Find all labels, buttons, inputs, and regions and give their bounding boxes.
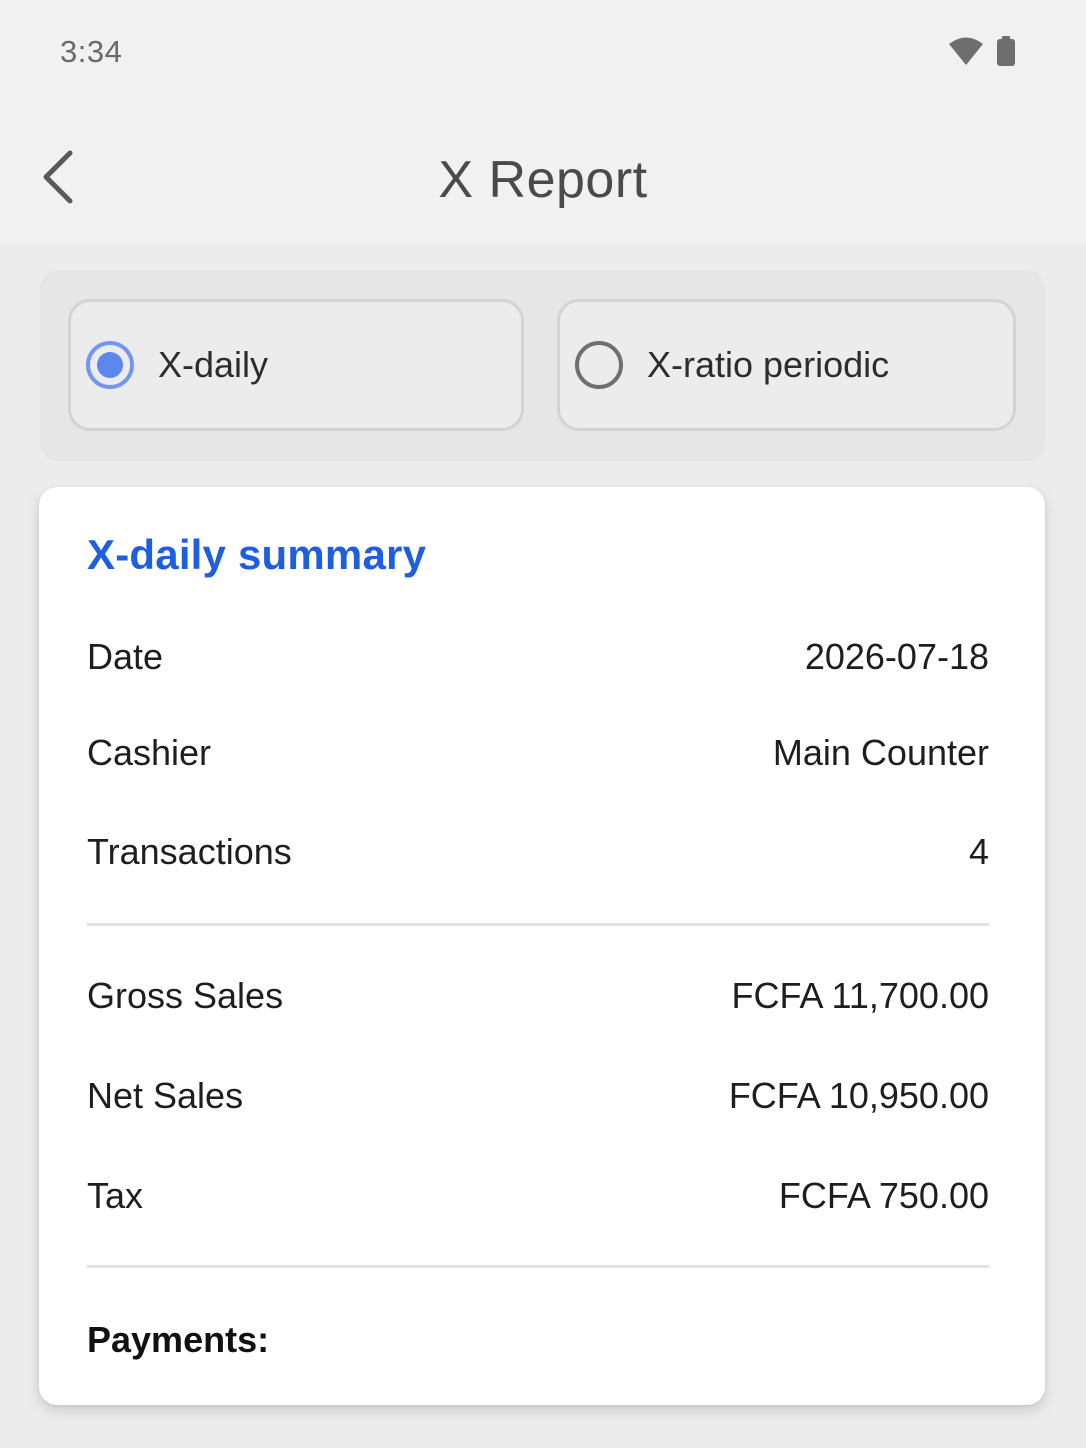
row-label: Tax [87, 1175, 144, 1216]
page-title: X Report [438, 151, 648, 209]
summary-row-date: Date 2026-07-18 [87, 632, 989, 682]
row-value: 4 [968, 831, 989, 872]
mode-option-x-daily[interactable]: X-daily [68, 299, 524, 431]
mode-option-label: X-daily [158, 344, 269, 385]
summary-row-tax: Tax FCFA 750.00 [87, 1171, 989, 1221]
row-label: Net Sales [87, 1075, 244, 1116]
row-label: Transactions [87, 831, 292, 872]
radio-checked-icon[interactable] [86, 341, 134, 389]
row-value: 2026-07-18 [804, 636, 989, 677]
status-time: 3:34 [60, 34, 123, 69]
divider [87, 1265, 989, 1268]
payments-heading: Payments: [87, 1319, 270, 1360]
wifi-icon [948, 36, 984, 71]
battery-icon [996, 36, 1016, 71]
summary-row-cashier: Cashier Main Counter [87, 728, 989, 778]
status-icons [948, 36, 1016, 71]
row-value: FCFA 750.00 [778, 1175, 989, 1216]
app-bar: X Report [0, 104, 1086, 244]
divider [87, 923, 989, 926]
summary-row-gross-sales: Gross Sales FCFA 11,700.00 [87, 971, 989, 1021]
row-value: FCFA 10,950.00 [728, 1075, 989, 1116]
row-value: Main Counter [772, 732, 989, 773]
status-bar: 3:34 [0, 0, 1086, 104]
mode-option-label: X-ratio periodic [647, 344, 890, 385]
summary-row-net-sales: Net Sales FCFA 10,950.00 [87, 1071, 989, 1121]
row-label: Gross Sales [87, 975, 284, 1016]
row-label: Date [87, 636, 164, 677]
summary-row-transactions: Transactions 4 [87, 827, 989, 877]
summary-title: X-daily summary [87, 531, 427, 578]
summary-card: X-daily summary Date 2026-07-18 Cashier … [39, 487, 1045, 1405]
radio-unchecked-icon[interactable] [575, 341, 623, 389]
row-value: FCFA 11,700.00 [731, 975, 989, 1016]
row-label: Cashier [87, 732, 212, 773]
mode-option-x-ratio-periodic[interactable]: X-ratio periodic [557, 299, 1016, 431]
report-mode-selector: X-daily X-ratio periodic [40, 270, 1045, 461]
